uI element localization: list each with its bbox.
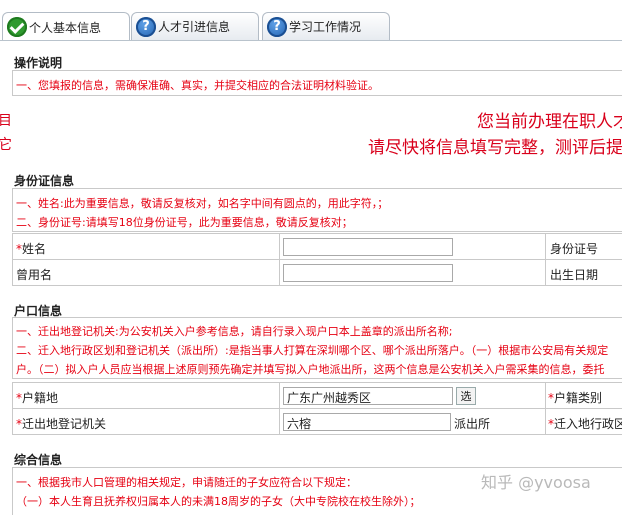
select-region-button[interactable]: 选 <box>456 387 476 405</box>
banner-line-2: 请尽快将信息填写完整，测评后提 <box>368 138 622 158</box>
tab-bar: 个人基本信息 ? 人才引进信息 ? 学习工作情况 <box>0 0 622 41</box>
question-icon: ? <box>136 16 156 37</box>
cell-divider <box>279 409 280 434</box>
cell-divider <box>279 260 280 285</box>
id-info-notes: 一、姓名:此为重要信息，敬请反复核对，如名字中间有圆点的，用此字符，； 二、身份… <box>12 188 622 232</box>
cell-divider <box>545 383 546 408</box>
cell-divider <box>545 234 546 259</box>
tab-study-work[interactable]: ? 学习工作情况 <box>262 12 390 40</box>
tab-label: 学习工作情况 <box>289 20 362 34</box>
moveout-authority-input[interactable]: 六榕 <box>283 413 451 431</box>
tab-label: 人才引进信息 <box>158 20 231 34</box>
birth-date-label: 出生日期 <box>550 268 599 282</box>
question-icon: ? <box>267 16 287 37</box>
cell-divider <box>545 409 546 434</box>
banner-edge-text: 它 <box>0 137 12 153</box>
form-row-former-name: 曾用名 出生日期 <box>12 259 622 286</box>
general-note-1: 一、根据我市人口管理的相关规定，申请随迁的子女应符合以下规定： <box>16 476 357 489</box>
movein-region-label: *迁入地行政区 <box>548 417 622 431</box>
id-note-2: 二、身份证号:请填写18位身份证号，此为重要信息，敬请反复核对； <box>16 216 353 229</box>
form-row-name: *姓名 身份证号 <box>12 233 622 260</box>
banner-edge-text: 目 <box>0 113 12 129</box>
id-number-label: 身份证号 <box>550 242 599 256</box>
hukou-note-2: 二、迁入地行政区划和登记机关（派出所）:是指当事人打算在深圳哪个区、哪个派出所落… <box>16 344 609 357</box>
former-name-label: 曾用名 <box>16 268 53 282</box>
form-row-hukou-place: *户籍地 广东广州越秀区 选 *户籍类别 <box>12 382 622 409</box>
police-station-suffix: 派出所 <box>454 417 491 431</box>
check-icon <box>7 17 27 37</box>
banner-line-1: 您当前办理在职人才 <box>477 112 622 132</box>
watermark: 知乎 @yvoosa <box>481 473 591 492</box>
tab-talent-intro[interactable]: ? 人才引进信息 <box>131 12 259 40</box>
id-note-1: 一、姓名:此为重要信息，敬请反复核对，如名字中间有圆点的，用此字符，； <box>16 197 389 210</box>
instructions-note: 一、您填报的信息，需确保准确、真实，并提交相应的合法证明材料验证。 <box>16 79 379 92</box>
name-label: *姓名 <box>16 242 47 256</box>
cell-divider <box>545 260 546 285</box>
hukou-note-1: 一、迁出地登记机关:为公安机关入户参考信息，请自行录入现户口本上盖章的派出所名称… <box>16 325 453 338</box>
hukou-place-label: *户籍地 <box>16 391 59 405</box>
tab-personal-info[interactable]: 个人基本信息 <box>2 12 130 41</box>
form-row-moveout-authority: *迁出地登记机关 六榕 派出所 *迁入地行政区 <box>12 408 622 435</box>
tab-label: 个人基本信息 <box>29 20 102 35</box>
hukou-note-3: 户。（二）拟入户人员应当根据上述原则预先确定并填写拟入户地派出所，这两个信息是公… <box>16 363 605 376</box>
instructions-box: 一、您填报的信息，需确保准确、真实，并提交相应的合法证明材料验证。 <box>12 70 622 96</box>
id-info-title: 身份证信息 <box>14 174 75 188</box>
cell-divider <box>279 234 280 259</box>
moveout-authority-label: *迁出地登记机关 <box>16 417 107 431</box>
name-input[interactable] <box>283 238 453 256</box>
cell-divider <box>279 383 280 408</box>
general-info-title: 综合信息 <box>14 453 63 467</box>
instructions-title: 操作说明 <box>14 56 63 70</box>
hukou-place-input[interactable]: 广东广州越秀区 <box>283 387 453 405</box>
general-note-2: （一）本人生育且抚养权归属本人的未满18周岁的子女（大中专院校在校生除外）； <box>16 495 421 508</box>
hukou-type-label: *户籍类别 <box>548 391 603 405</box>
hukou-notes: 一、迁出地登记机关:为公安机关入户参考信息，请自行录入现户口本上盖章的派出所名称… <box>12 317 622 379</box>
former-name-input[interactable] <box>283 264 453 282</box>
